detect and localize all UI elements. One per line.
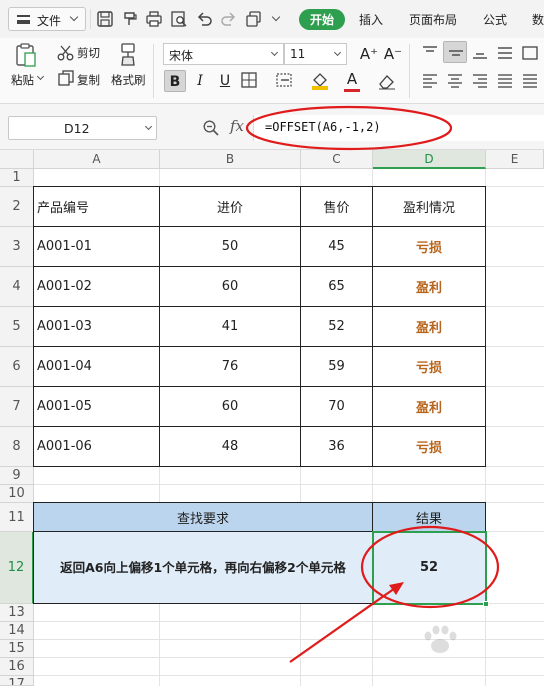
result-highlight-ellipse (360, 525, 500, 609)
annotation-arrowhead (389, 582, 404, 595)
formula-highlight-ellipse (245, 105, 453, 151)
annotation-arrow-line (289, 585, 399, 663)
annotation-overlay (245, 105, 500, 663)
